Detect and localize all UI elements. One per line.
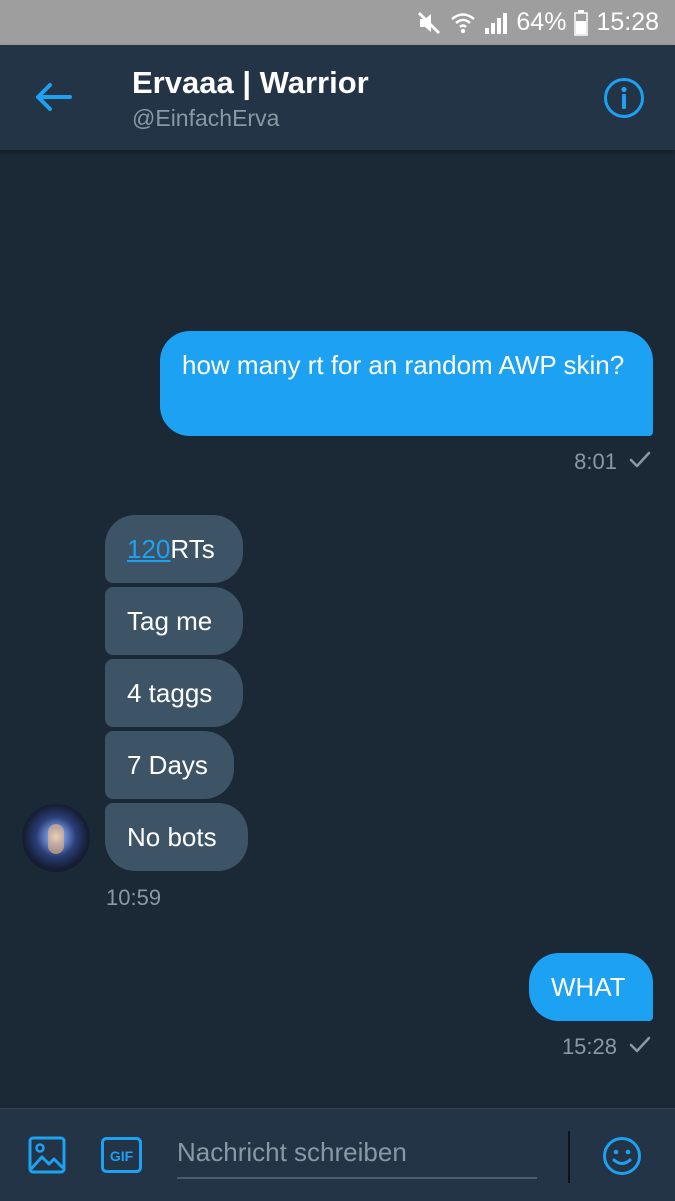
- wifi-icon: [450, 10, 476, 36]
- message-input[interactable]: [177, 1127, 537, 1179]
- emoji-icon: [602, 1137, 642, 1180]
- battery-percent: 64%: [516, 8, 567, 36]
- message-text: 4 taggs: [127, 678, 213, 708]
- add-media-button[interactable]: [28, 1136, 66, 1174]
- message-time: 8:01: [574, 449, 617, 474]
- status-bar: 64% 15:28: [0, 0, 675, 45]
- image-icon: [28, 1136, 66, 1178]
- conversation-title[interactable]: Ervaaa | Warrior: [132, 65, 369, 101]
- status-icons: 64% 15:28: [416, 0, 659, 45]
- gif-label: GIF: [110, 1148, 134, 1164]
- message-link[interactable]: 120: [127, 534, 170, 564]
- message-meta: 8:01: [574, 449, 651, 475]
- message-text: No bots: [127, 822, 217, 852]
- back-button[interactable]: [30, 77, 76, 117]
- add-gif-button[interactable]: GIF: [101, 1137, 142, 1173]
- battery-icon: [574, 9, 589, 36]
- message-text: WHAT: [551, 972, 626, 1002]
- check-icon: [629, 449, 651, 475]
- message-meta: 10:59: [106, 885, 161, 911]
- emoji-button[interactable]: [602, 1136, 642, 1176]
- message-time: 15:28: [561, 1034, 617, 1059]
- received-message-bubble[interactable]: 4 taggs: [105, 659, 243, 727]
- received-message-bubble[interactable]: 120RTs: [105, 515, 243, 583]
- received-message-bubble[interactable]: 7 Days: [105, 731, 234, 799]
- mute-icon: [416, 10, 442, 36]
- conversation-handle[interactable]: @EinfachErva: [132, 105, 279, 132]
- message-text: RTs: [170, 534, 215, 564]
- composer-divider: [568, 1131, 570, 1183]
- info-icon: [603, 78, 645, 123]
- message-text: Tag me: [127, 606, 213, 636]
- message-time: 10:59: [106, 885, 162, 910]
- received-message-bubble[interactable]: Tag me: [105, 587, 243, 655]
- check-icon: [629, 1034, 651, 1060]
- signal-icon: [484, 11, 508, 35]
- gif-icon: GIF: [101, 1137, 142, 1177]
- status-time: 15:28: [596, 8, 659, 36]
- avatar[interactable]: [22, 804, 90, 872]
- message-composer: GIF: [0, 1108, 675, 1201]
- received-message-bubble[interactable]: No bots: [105, 803, 248, 871]
- back-arrow-icon: [30, 83, 76, 121]
- info-button[interactable]: [603, 77, 645, 119]
- conversation-header: Ervaaa | Warrior @EinfachErva: [0, 45, 675, 150]
- message-text: 7 Days: [127, 750, 208, 780]
- message-text: how many rt for an random AWP skin?: [182, 350, 625, 380]
- sent-message-bubble[interactable]: WHAT: [529, 953, 653, 1021]
- message-meta: 15:28: [562, 1034, 651, 1060]
- sent-message-bubble[interactable]: how many rt for an random AWP skin?: [160, 331, 653, 436]
